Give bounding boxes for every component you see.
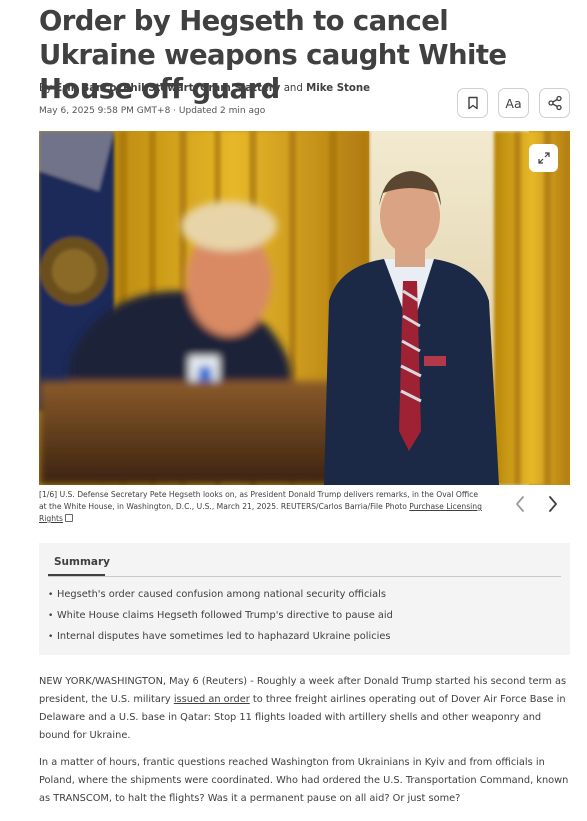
photo-caption: [1/6] U.S. Defense Secretary Pete Hegset… — [39, 489, 484, 525]
summary-list: Hegseth's order caused confusion among n… — [48, 588, 393, 651]
next-photo-button[interactable] — [545, 494, 561, 514]
previous-photo-button[interactable] — [512, 494, 528, 514]
byline-prefix: By — [39, 83, 56, 94]
author-link[interactable]: Gram Slattery — [200, 83, 280, 94]
author-link[interactable]: Erin Banco — [55, 83, 116, 94]
summary-item: White House claims Hegseth followed Trum… — [48, 609, 393, 630]
summary-item: Internal disputes have sometimes led to … — [48, 630, 393, 651]
expand-icon — [537, 152, 550, 164]
oval-office-photo — [39, 131, 570, 485]
body-paragraph: In a matter of hours, frantic questions … — [39, 757, 569, 804]
chevron-right-icon — [549, 496, 557, 512]
summary-title-underline — [48, 574, 105, 576]
summary-box: Summary Hegseth's order caused confusion… — [39, 543, 570, 655]
issued-order-link[interactable]: issued an order — [174, 694, 250, 705]
share-icon — [547, 95, 562, 111]
external-link-icon — [64, 514, 73, 522]
author-link[interactable]: Phil Stewart — [123, 83, 194, 94]
bookmark-button[interactable] — [457, 88, 488, 118]
summary-divider — [48, 576, 561, 577]
body-paragraph: NEW YORK/WASHINGTON, May 6 (Reuters) - R… — [39, 673, 574, 745]
bookmark-icon — [467, 96, 478, 110]
byline-separator: and — [280, 83, 307, 94]
text-size-button[interactable]: Aa — [498, 88, 529, 118]
summary-item: Hegseth's order caused confusion among n… — [48, 588, 393, 609]
chevron-left-icon — [516, 496, 524, 512]
article-photo[interactable] — [39, 131, 570, 485]
expand-photo-button[interactable] — [529, 144, 558, 172]
author-link[interactable]: Mike Stone — [306, 83, 370, 94]
byline: By Erin Banco, Phil Stewart, Gram Slatte… — [39, 83, 370, 94]
share-button[interactable] — [539, 88, 570, 118]
dateline: May 6, 2025 9:58 PM GMT+8 · Updated 2 mi… — [39, 106, 266, 116]
caption-counter: [1/6] — [39, 490, 58, 499]
summary-title: Summary — [54, 556, 111, 568]
text-size-label: Aa — [505, 95, 522, 111]
